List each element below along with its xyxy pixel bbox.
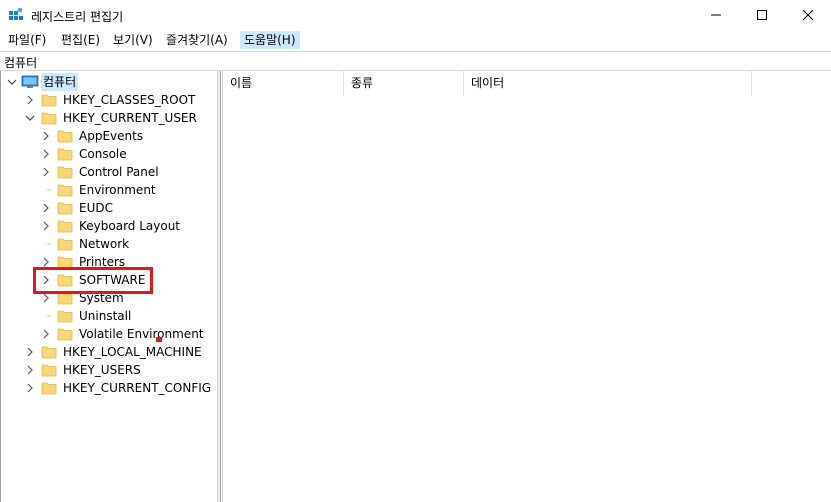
tree-item-keyboard-layout[interactable]: Keyboard Layout	[41, 217, 182, 235]
menu-edit[interactable]: 편집(E)	[57, 31, 104, 49]
tree-item-network[interactable]: Network	[41, 235, 131, 253]
tree-label[interactable]: HKEY_USERS	[61, 361, 143, 379]
menu-file[interactable]: 파일(F)	[4, 31, 50, 49]
values-list-pane[interactable]: 이름 종류 데이터	[222, 71, 831, 502]
maximize-button[interactable]	[739, 0, 785, 30]
chevron-right-icon[interactable]	[25, 347, 35, 357]
folder-icon	[57, 309, 73, 323]
tree-label[interactable]: Keyboard Layout	[77, 217, 182, 235]
red-marker	[156, 337, 162, 342]
tree-label[interactable]: EUDC	[77, 199, 115, 217]
tree-connector	[41, 185, 51, 195]
tree-item-computer[interactable]: 컴퓨터	[7, 73, 79, 91]
chevron-right-icon[interactable]	[25, 383, 35, 393]
address-path[interactable]: 컴퓨터	[4, 54, 37, 71]
chevron-right-icon[interactable]	[41, 221, 51, 231]
tree-label[interactable]: Environment	[77, 181, 158, 199]
tree-label[interactable]: Network	[77, 235, 131, 253]
tree-label[interactable]: AppEvents	[77, 127, 145, 145]
tree-label[interactable]: Uninstall	[77, 307, 133, 325]
column-header-name[interactable]: 이름	[223, 71, 344, 96]
tree-label[interactable]: HKEY_CLASSES_ROOT	[61, 91, 197, 109]
close-button[interactable]	[785, 0, 831, 30]
chevron-right-icon[interactable]	[41, 329, 51, 339]
folder-icon	[41, 111, 57, 125]
tree-label[interactable]: Control Panel	[77, 163, 161, 181]
menu-favorites[interactable]: 즐겨찾기(A)	[162, 31, 232, 49]
computer-icon	[21, 75, 39, 89]
tree-item-environment[interactable]: Environment	[41, 181, 158, 199]
title-bar: 레지스트리 편집기	[0, 0, 831, 30]
folder-icon	[57, 147, 73, 161]
column-header-type[interactable]: 종류	[344, 71, 464, 96]
chevron-down-icon[interactable]	[7, 77, 17, 87]
window-title: 레지스트리 편집기	[31, 10, 124, 24]
folder-icon	[41, 381, 57, 395]
address-bar[interactable]: 컴퓨터	[0, 51, 831, 71]
tree-label[interactable]: HKEY_CURRENT_USER	[61, 109, 199, 127]
chevron-right-icon[interactable]	[41, 257, 51, 267]
tree-item-hkey-local-machine[interactable]: HKEY_LOCAL_MACHINE	[25, 343, 204, 361]
tree-connector	[41, 311, 51, 321]
menu-help[interactable]: 도움말(H)	[240, 31, 300, 49]
chevron-right-icon[interactable]	[41, 131, 51, 141]
chevron-right-icon[interactable]	[41, 293, 51, 303]
folder-icon	[57, 165, 73, 179]
minimize-icon	[711, 14, 721, 16]
chevron-down-icon[interactable]	[25, 113, 35, 123]
folder-icon	[57, 183, 73, 197]
tree-label[interactable]: Volatile Environment	[77, 325, 206, 343]
tree-label[interactable]: Console	[77, 145, 129, 163]
folder-icon	[41, 345, 57, 359]
chevron-right-icon[interactable]	[25, 95, 35, 105]
close-icon	[803, 10, 813, 20]
tree-item-hkey-classes-root[interactable]: HKEY_CLASSES_ROOT	[25, 91, 197, 109]
menu-bar: 파일(F) 편집(E) 보기(V) 즐겨찾기(A) 도움말(H)	[0, 30, 831, 50]
tree-item-eudc[interactable]: EUDC	[41, 199, 115, 217]
tree-item-appevents[interactable]: AppEvents	[41, 127, 145, 145]
tree-item-console[interactable]: Console	[41, 145, 129, 163]
tree-label[interactable]: HKEY_LOCAL_MACHINE	[61, 343, 204, 361]
folder-icon	[57, 237, 73, 251]
tree-item-hkey-current-user[interactable]: HKEY_CURRENT_USER	[25, 109, 199, 127]
menu-view[interactable]: 보기(V)	[109, 31, 157, 49]
column-header-data[interactable]: 데이터	[464, 71, 752, 96]
chevron-right-icon[interactable]	[25, 365, 35, 375]
folder-icon	[57, 219, 73, 233]
tree-item-volatile-environment[interactable]: Volatile Environment	[41, 325, 206, 343]
tree-item-hkey-users[interactable]: HKEY_USERS	[25, 361, 143, 379]
folder-icon	[57, 129, 73, 143]
tree-item-hkey-current-config[interactable]: HKEY_CURRENT_CONFIG	[25, 379, 213, 397]
folder-icon	[41, 363, 57, 377]
maximize-icon	[757, 10, 767, 20]
highlight-box	[33, 267, 153, 294]
chevron-right-icon[interactable]	[41, 167, 51, 177]
regedit-icon	[9, 7, 23, 22]
tree-item-control-panel[interactable]: Control Panel	[41, 163, 161, 181]
folder-icon	[57, 201, 73, 215]
tree-item-uninstall[interactable]: Uninstall	[41, 307, 133, 325]
tree-connector	[41, 239, 51, 249]
folder-icon	[57, 327, 73, 341]
pane-splitter[interactable]	[218, 71, 221, 502]
folder-icon	[41, 93, 57, 107]
tree-label[interactable]: 컴퓨터	[41, 73, 79, 91]
tree-label[interactable]: HKEY_CURRENT_CONFIG	[61, 379, 213, 397]
chevron-right-icon[interactable]	[41, 203, 51, 213]
minimize-button[interactable]	[693, 0, 739, 30]
chevron-right-icon[interactable]	[41, 149, 51, 159]
